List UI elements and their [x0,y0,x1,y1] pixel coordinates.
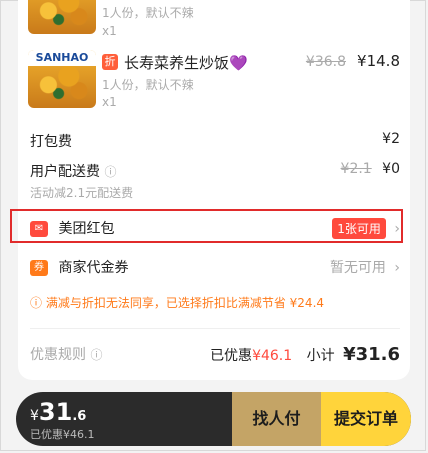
highlight-box [10,209,403,243]
item-quantity: x1 [102,95,117,109]
notice-text: 满减与折扣无法同享，已选择折扣比满减节省 ¥24.4 [45,296,325,310]
discount-badge: 折 [102,54,118,70]
current-price: ¥14.8 [357,52,400,70]
subtotal-label: 小计 [306,348,335,364]
total-price: ¥31.6 [30,398,86,426]
dish-name: 长寿菜养生炒饭💜 [124,54,248,72]
item-quantity: x1 [102,24,117,38]
subtotal-value: ¥31.6 [343,344,400,365]
currency-symbol: ¥ [30,408,39,424]
warning-icon: ⓘ [30,296,43,310]
total-integer: 31 [38,398,73,426]
brand-logo: SANHAO [28,50,96,66]
dish-image [28,0,96,34]
ask-friend-pay-button[interactable]: 找人付 [232,392,321,446]
discount-value: ¥46.1 [252,348,293,364]
saved-amount: 已优惠¥46.1 [30,428,95,441]
merchant-coupon-label: 商家代金券 [58,260,129,276]
item-options: 1人份，默认不辣 [102,78,194,92]
packing-fee-value: ¥2 [382,131,400,147]
packing-fee-row: 打包费 ¥2 [30,131,400,151]
delivery-fee-label: 用户配送费 [30,164,100,180]
info-icon[interactable]: ⓘ [90,348,102,362]
original-price: ¥36.8 [305,54,346,70]
checkout-bar: ¥31.6 已优惠¥46.1 找人付 提交订单 [16,392,411,446]
coupon-icon: 券 [30,260,48,276]
submit-order-button[interactable]: 提交订单 [321,392,411,446]
order-card: 1人份，默认不辣 x1 SANHAO 折 长寿菜养生炒饭💜 ¥36.8 ¥14.… [18,0,410,380]
order-item-1[interactable]: 1人份，默认不辣 x1 [28,0,408,46]
delivery-fee-row: 用户配送费 ⓘ ¥2.1 ¥0 [30,161,400,181]
dish-image: SANHAO [28,50,96,108]
delivery-new-fee: ¥0 [382,161,400,177]
packing-fee-label: 打包费 [30,134,72,150]
order-item-2[interactable]: SANHAO 折 长寿菜养生炒饭💜 ¥36.8 ¥14.8 1人份，默认不辣 x… [28,50,408,120]
info-icon[interactable]: ⓘ [104,165,116,179]
delivery-old-fee: ¥2.1 [340,161,372,177]
rules-label[interactable]: 优惠规则 [30,347,86,363]
chevron-right-icon: › [394,260,400,276]
merchant-coupon-row[interactable]: 券 商家代金券 暂无可用 › [30,257,400,277]
summary-row: 优惠规则 ⓘ 已优惠¥46.1 小计 ¥31.6 [30,344,400,365]
delivery-note: 活动减2.1元配送费 [30,186,134,200]
discount-notice: ⓘ 满减与折扣无法同享，已选择折扣比满减节省 ¥24.4 [30,294,324,311]
divider [30,328,400,329]
item-options: 1人份，默认不辣 [102,6,194,20]
total-decimal: .6 [72,409,87,424]
coupon-status: 暂无可用 [329,260,386,276]
discount-label: 已优惠 [210,348,253,364]
